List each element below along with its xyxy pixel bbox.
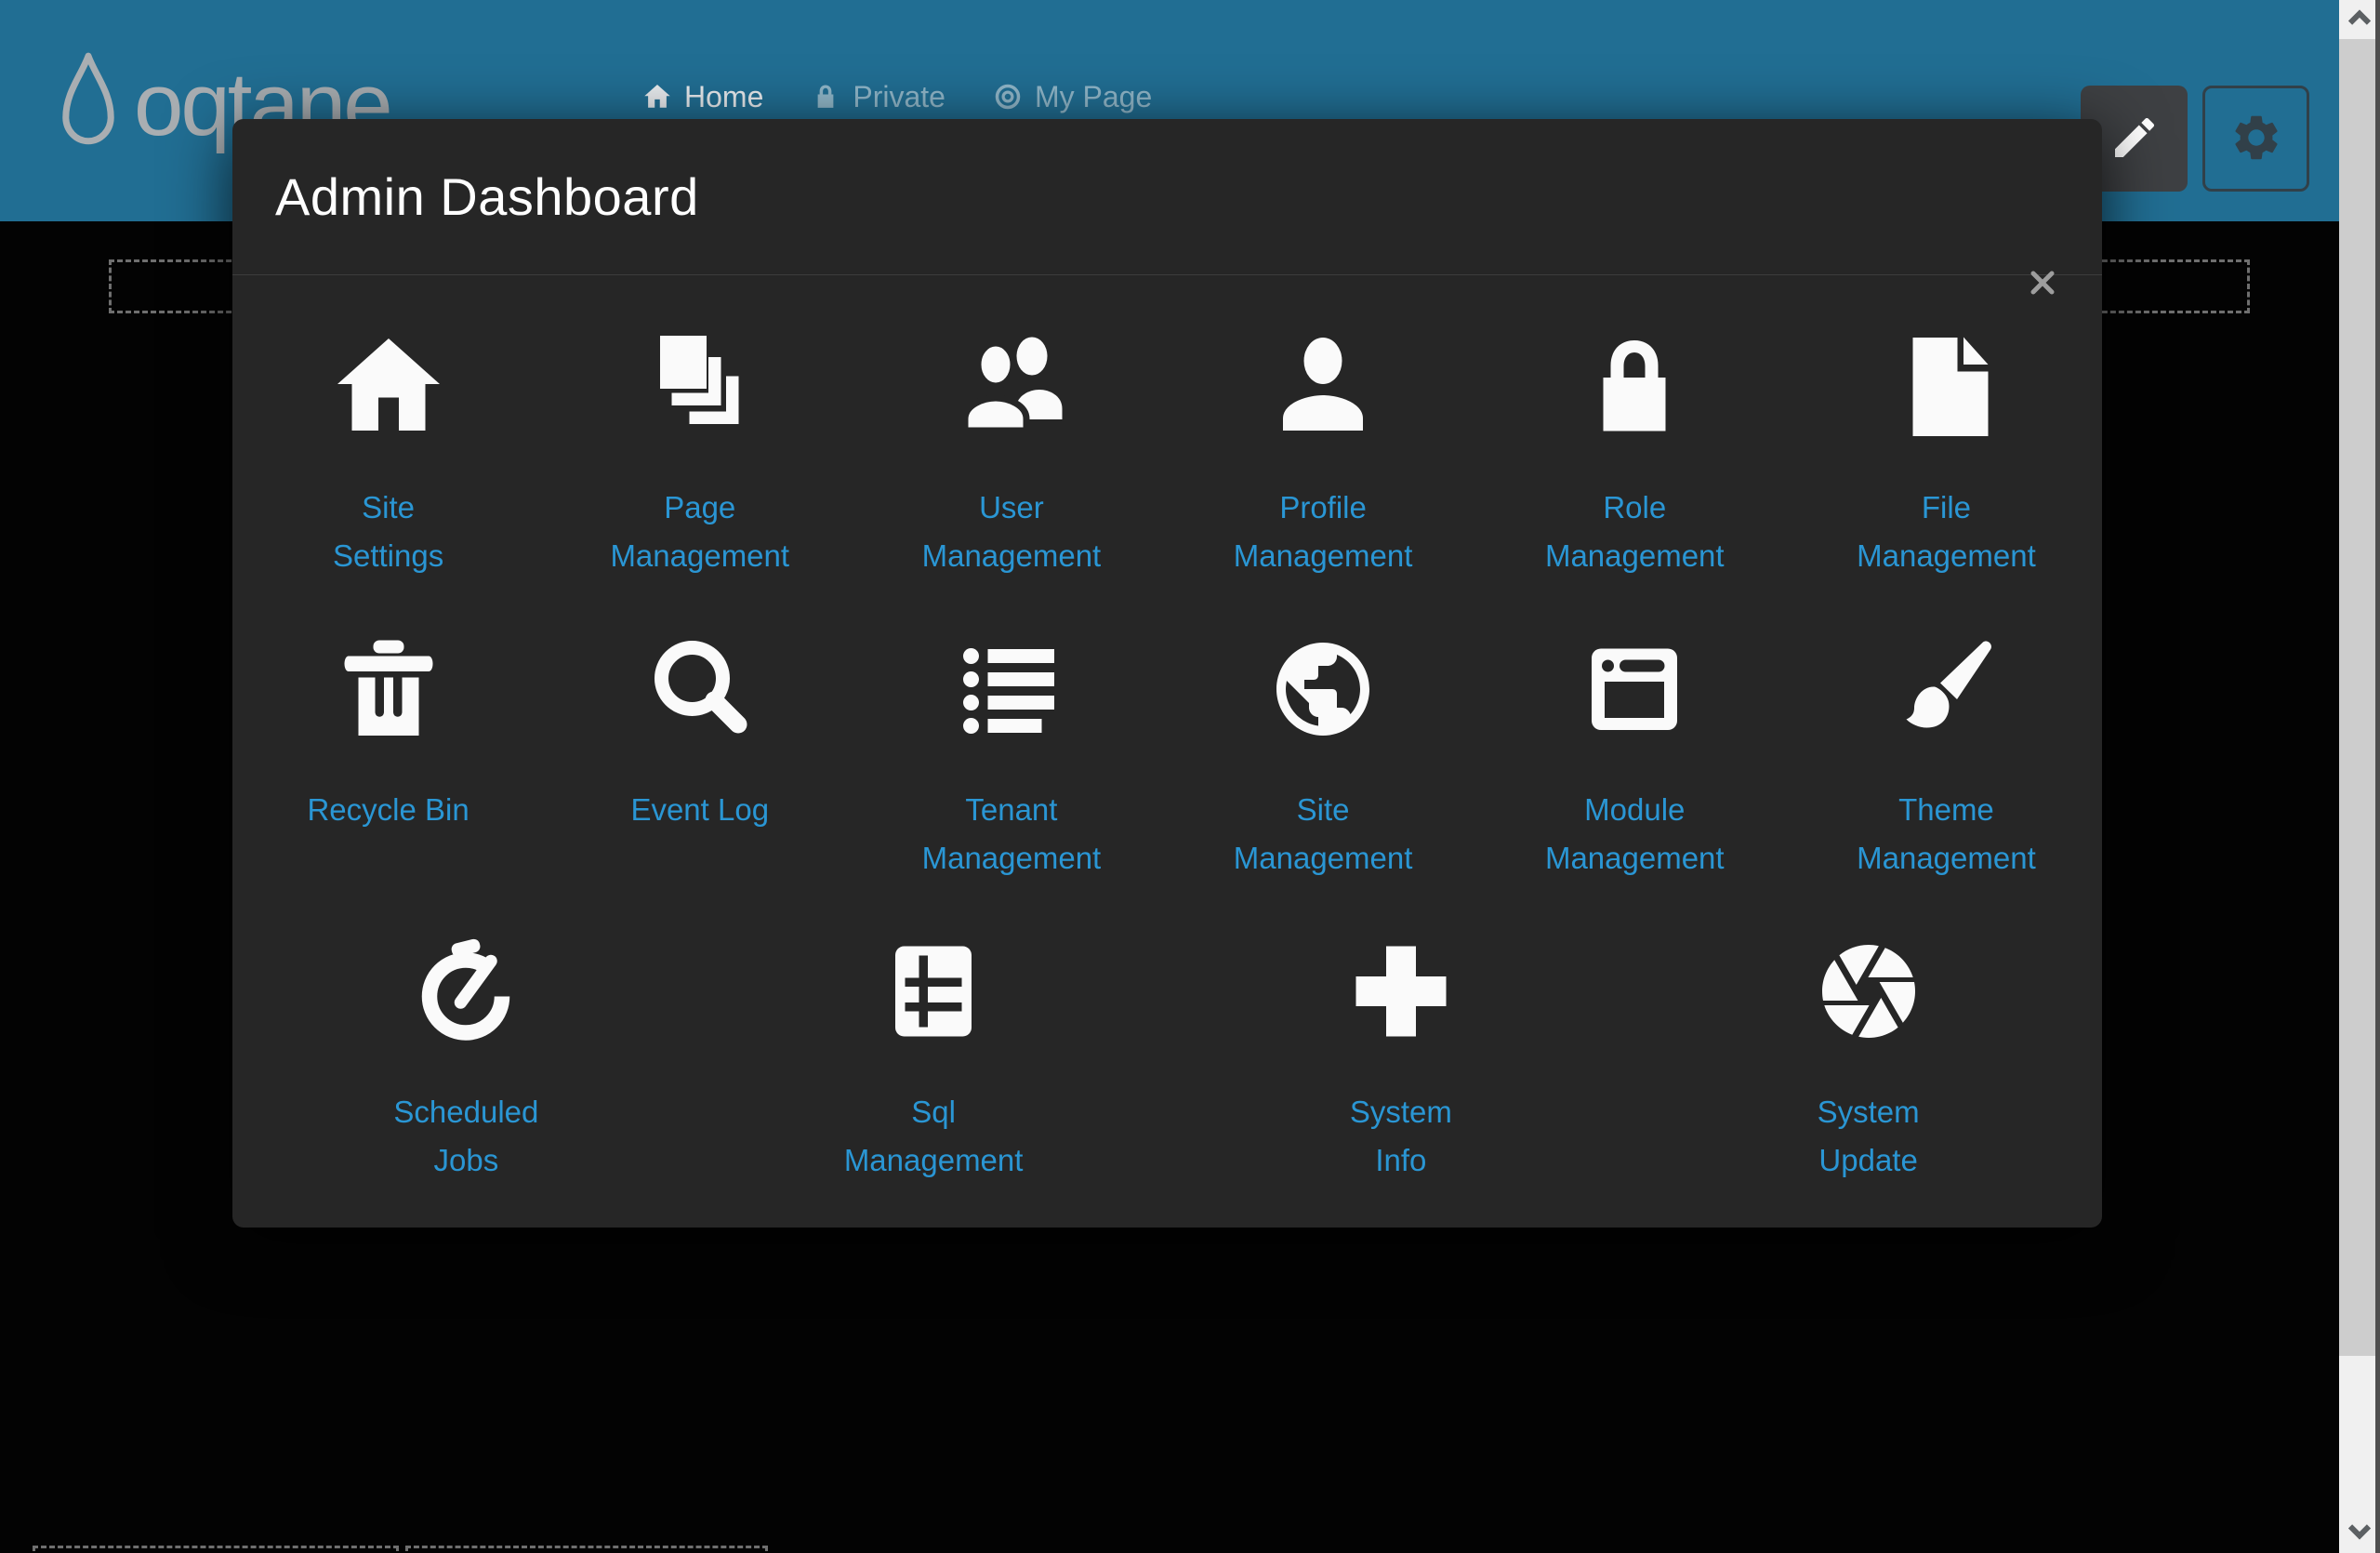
- people-icon: [956, 324, 1067, 443]
- tile-label: Theme Management: [1857, 786, 2036, 883]
- close-icon: [2026, 288, 2059, 302]
- tile-label: Page Management: [610, 484, 789, 580]
- tile-label: System Update: [1818, 1088, 1920, 1185]
- tile-user-management[interactable]: User Management: [855, 324, 1167, 580]
- tile-label: User Management: [922, 484, 1102, 580]
- magnifier-icon: [644, 626, 756, 745]
- lock-icon: [1579, 324, 1690, 443]
- tile-site-settings[interactable]: Site Settings: [232, 324, 544, 580]
- plus-icon: [1345, 928, 1457, 1047]
- browser-icon: [1579, 626, 1690, 745]
- tile-label: Recycle Bin: [307, 786, 469, 883]
- pane-placeholder-bottom-2: [405, 1546, 768, 1553]
- person-icon: [1267, 324, 1379, 443]
- tile-label: Site Management: [1234, 786, 1413, 883]
- pane-placeholder-bottom-1: [33, 1546, 399, 1553]
- tile-page-management[interactable]: Page Management: [544, 324, 855, 580]
- modal-header: Admin Dashboard: [232, 119, 2102, 275]
- table-icon: [878, 928, 989, 1047]
- tile-row: Recycle Bin Event Log Tenant Management Sit…: [232, 626, 2102, 883]
- tile-tenant-management[interactable]: Tenant Management: [855, 626, 1167, 883]
- tile-row: Scheduled Jobs Sql Management System Info S…: [232, 928, 2102, 1185]
- globe-icon: [1267, 626, 1379, 745]
- lock-icon: [812, 83, 840, 111]
- tile-profile-management[interactable]: Profile Management: [1168, 324, 1479, 580]
- tile-label: Event Log: [630, 786, 769, 883]
- target-icon: [994, 83, 1022, 111]
- tile-file-management[interactable]: File Management: [1791, 324, 2102, 580]
- modal-title: Admin Dashboard: [275, 166, 699, 227]
- nav-label: Private: [853, 80, 945, 114]
- main-nav: Home Private My Page: [643, 67, 1152, 126]
- tile-theme-management[interactable]: Theme Management: [1791, 626, 2102, 883]
- tile-label: File Management: [1857, 484, 2036, 580]
- admin-dashboard-modal: Admin Dashboard Site Settings Page Manage…: [232, 119, 2102, 1228]
- nav-item-private[interactable]: Private: [812, 80, 945, 114]
- scrollbar[interactable]: [2339, 0, 2380, 1553]
- nav-label: Home: [684, 80, 763, 114]
- tile-label: Site Settings: [333, 484, 443, 580]
- timer-icon: [410, 928, 522, 1047]
- tile-label: System Info: [1350, 1088, 1452, 1185]
- nav-label: My Page: [1035, 80, 1152, 114]
- tile-scheduled-jobs[interactable]: Scheduled Jobs: [232, 928, 700, 1185]
- tile-recycle-bin[interactable]: Recycle Bin: [232, 626, 544, 883]
- tile-label: Scheduled Jobs: [393, 1088, 538, 1185]
- gear-icon: [2229, 111, 2283, 167]
- tile-system-update[interactable]: System Update: [1634, 928, 2102, 1185]
- scroll-up-button[interactable]: [2339, 0, 2380, 39]
- file-icon: [1890, 324, 2002, 443]
- modal-tile-grid: Site Settings Page Management User Managem…: [232, 275, 2102, 1185]
- home-icon: [643, 83, 671, 111]
- scroll-thumb[interactable]: [2339, 39, 2375, 1356]
- droplet-icon: [58, 50, 119, 160]
- list-icon: [956, 626, 1067, 745]
- brush-icon: [1890, 626, 2002, 745]
- tile-row: Site Settings Page Management User Managem…: [232, 324, 2102, 580]
- nav-item-home[interactable]: Home: [643, 80, 763, 114]
- home-icon: [333, 324, 444, 443]
- scroll-down-button[interactable]: [2339, 1514, 2380, 1553]
- settings-button[interactable]: [2202, 86, 2309, 192]
- tile-label: Sql Management: [844, 1088, 1024, 1185]
- aperture-icon: [1813, 928, 1924, 1047]
- tile-label: Tenant Management: [922, 786, 1102, 883]
- tile-sql-management[interactable]: Sql Management: [700, 928, 1168, 1185]
- page: oqtane HomePrivateMy Page host Logout Ad…: [0, 0, 2380, 1553]
- close-button[interactable]: [2026, 266, 2059, 299]
- layers-icon: [644, 324, 756, 443]
- tile-event-log[interactable]: Event Log: [544, 626, 855, 883]
- tile-label: Profile Management: [1234, 484, 1413, 580]
- tile-site-management[interactable]: Site Management: [1168, 626, 1479, 883]
- pencil-icon: [2109, 112, 2161, 166]
- nav-item-my-page[interactable]: My Page: [994, 80, 1152, 114]
- tile-module-management[interactable]: Module Management: [1479, 626, 1791, 883]
- chevron-up-icon: [2346, 4, 2373, 36]
- tile-label: Module Management: [1545, 786, 1725, 883]
- tile-label: Role Management: [1545, 484, 1725, 580]
- trash-icon: [333, 626, 444, 745]
- chevron-down-icon: [2346, 1518, 2373, 1550]
- tile-system-info[interactable]: System Info: [1168, 928, 1635, 1185]
- tile-role-management[interactable]: Role Management: [1479, 324, 1791, 580]
